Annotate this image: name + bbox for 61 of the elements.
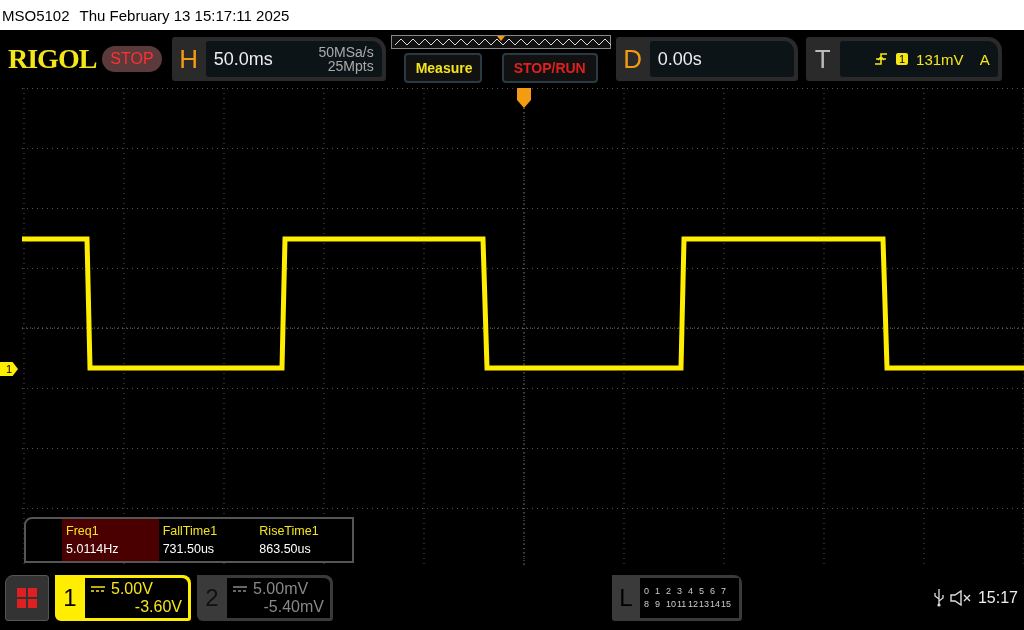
horizontal-label: H [178,43,200,75]
logic-channel-number: 12 [687,599,699,609]
logic-channel-number: 0 [643,586,650,596]
measurement-item[interactable]: RiseTime1 863.50us [255,519,352,561]
logic-label: L [618,583,634,612]
clock-time: 15:17 [977,588,1018,607]
logic-channel-number: 14 [709,599,721,609]
speaker-muted-icon[interactable] [949,589,972,606]
channel-panel[interactable]: 1 5.00V -3.60V [55,574,191,621]
logic-panel[interactable]: L 0 1 2 3 4 5 6 7 8 9 1011 12131415 [611,574,742,621]
measurement-item[interactable]: FallTime1 731.50us [158,519,256,561]
measure-button[interactable]: Measure [403,53,482,83]
trigger-source-badge: 1 [895,53,909,65]
rising-edge-icon [873,52,888,66]
logic-channel-number: 9 [654,599,661,609]
dc-coupling-icon [233,585,247,592]
logic-channel-number: 8 [643,599,650,609]
brand-logo: RIGOL [8,43,97,75]
channel-offset: -3.60V [133,597,182,616]
date-time: Thu February 13 15:17:11 2025 [79,6,290,24]
grid-icon [16,586,38,609]
channel-offset: -5.40mV [262,597,324,616]
measurement-item[interactable]: Freq1 5.0114Hz [62,519,159,561]
dc-coupling-icon [91,585,105,592]
measurement-name: FallTime1 [162,524,219,538]
trigger-label: T [813,43,832,75]
channel-number: 1 [62,583,78,612]
logic-channel-number: 10 [665,599,677,609]
horizontal-panel[interactable]: H 50.0ms 50MSa/s 25Mpts [171,37,386,81]
logic-channel-number: 4 [687,586,694,596]
logic-channel-number: 7 [720,586,727,596]
timebase-value: 50.0ms [213,48,273,70]
trigger-panel[interactable]: T 1 131mV A [805,37,1002,81]
logic-channel-number: 6 [709,586,716,596]
delay-panel[interactable]: D 0.00s [615,37,798,81]
logic-channel-number: 2 [665,586,672,596]
logic-channel-number: 5 [698,586,705,596]
measurement-name: RiseTime1 [259,524,320,538]
memory-depth: 25Mpts [327,59,374,73]
delay-label: D [622,43,644,75]
trigger-position-marker [517,88,531,108]
trigger-level: 131mV [916,50,964,68]
stop-run-button[interactable]: STOP/RUN [501,53,598,83]
measurement-value: 863.50us [259,542,312,556]
menu-button[interactable] [5,574,49,621]
measurement-value: 5.0114Hz [66,542,120,556]
logic-channel-number: 3 [676,586,683,596]
logic-channel-number: 1 [654,586,661,596]
logic-channel-number: 15 [720,599,732,609]
measurement-value: 731.50us [162,542,216,556]
delay-value: 0.00s [657,48,702,70]
channel-scale: 5.00V [111,579,153,598]
channel-offset-marker[interactable]: 1 [0,362,18,376]
logic-channel-number: 11 [676,599,688,609]
usb-icon [933,588,944,607]
model-name: MSO5102 [2,6,70,24]
measurement-name: Freq1 [66,524,100,538]
logic-channel-number: 13 [698,599,710,609]
trigger-mode: A [979,50,990,68]
sample-rate: 50MSa/s [318,45,374,59]
channel-scale: 5.00mV [253,579,309,598]
